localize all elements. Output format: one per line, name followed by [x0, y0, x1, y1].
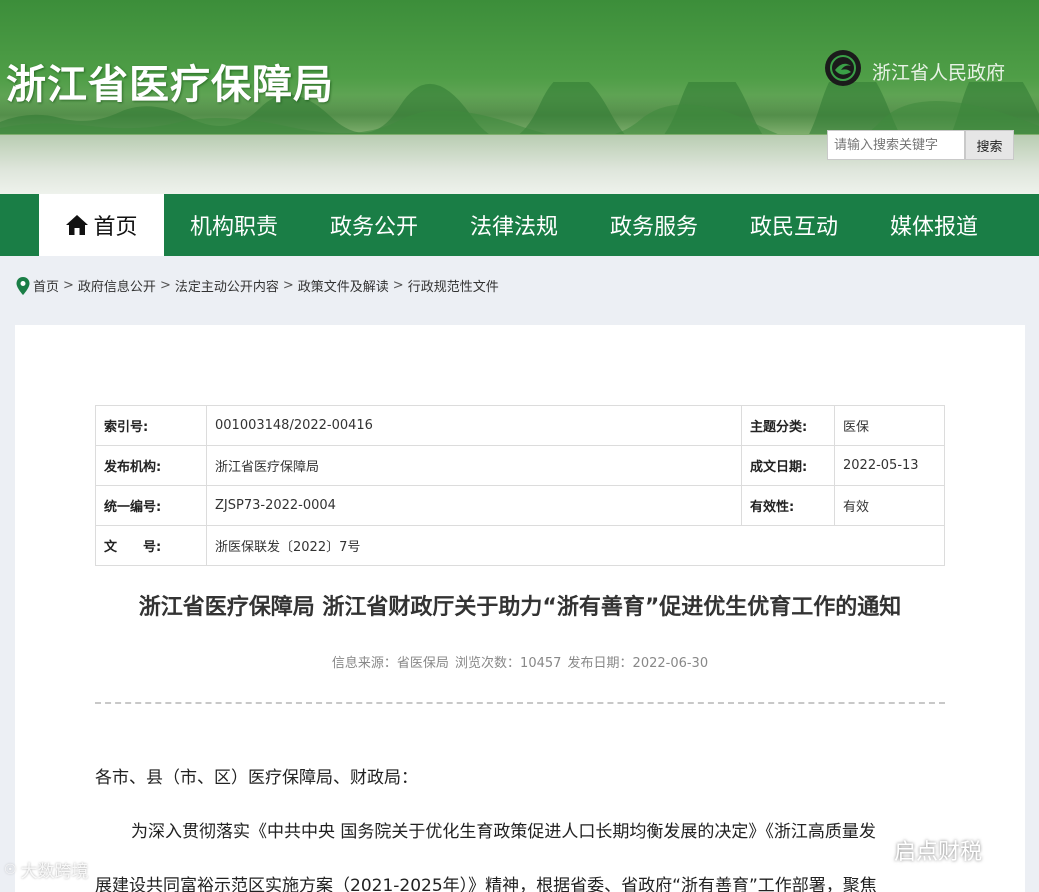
- meta-key: 发布机构:: [95, 445, 207, 486]
- watermark-right: 启点财税: [848, 834, 982, 866]
- article-paragraph: 各市、县（市、区）医疗保障局、财政局：: [95, 768, 418, 788]
- meta-key: 文 号:: [95, 525, 207, 566]
- article-title: 浙江省医疗保障局 浙江省财政厅关于助力“浙有善育”促进优生优育工作的通知: [138, 595, 902, 620]
- article-views: 浏览次数：10457: [455, 656, 562, 671]
- meta-key: 主题分类:: [741, 405, 835, 446]
- main-nav: 首页 机构职责 政务公开 法律法规 政务服务 政民互动 媒体报道: [0, 194, 1039, 256]
- document-meta-table: 索引号: 001003148/2022-00416 主题分类: 医保 发布机构:…: [95, 405, 945, 566]
- meta-value: 浙医保联发〔2022〕7号: [206, 525, 945, 566]
- table-row: 发布机构: 浙江省医疗保障局 成文日期: 2022-05-13: [95, 445, 945, 486]
- breadcrumb-gov-info[interactable]: 政府信息公开: [78, 276, 156, 295]
- article-source: 信息来源：省医保局: [331, 656, 449, 671]
- nav-item-functions[interactable]: 机构职责: [164, 194, 304, 256]
- gov-emblem-icon[interactable]: [825, 50, 861, 86]
- meta-value: 001003148/2022-00416: [206, 405, 742, 446]
- table-row: 文 号: 浙医保联发〔2022〕7号: [95, 525, 945, 566]
- meta-value: 有效: [834, 485, 945, 526]
- breadcrumb-separator: >: [282, 278, 294, 293]
- meta-key: 索引号:: [95, 405, 207, 446]
- nav-item-laws[interactable]: 法律法规: [444, 194, 584, 256]
- search-input[interactable]: [827, 130, 965, 160]
- breadcrumb: 首页 > 政府信息公开 > 法定主动公开内容 > 政策文件及解读 > 行政规范性…: [16, 276, 499, 295]
- home-icon: [66, 215, 89, 235]
- article-paragraph: 为深入贯彻落实《中共中央 国务院关于优化生育政策促进人口长期均衡发展的决定》《浙…: [131, 822, 876, 842]
- article-date: 发布日期：2022-06-30: [567, 656, 709, 671]
- nav-item-gov-affairs[interactable]: 政务公开: [304, 194, 444, 256]
- location-pin-icon: [16, 276, 30, 295]
- search-button[interactable]: 搜索: [965, 130, 1014, 160]
- breadcrumb-home[interactable]: 首页: [33, 276, 59, 295]
- watermark-right-text: 启点财税: [894, 840, 983, 865]
- breadcrumb-separator: >: [159, 278, 171, 293]
- meta-value: 2022-05-13: [834, 445, 945, 486]
- meta-value: ZJSP73-2022-0004: [206, 485, 742, 526]
- breadcrumb-policy-docs[interactable]: 政策文件及解读: [298, 276, 389, 295]
- watermark-left-text: 大数跨境: [20, 862, 89, 882]
- wechat-icon: [850, 838, 885, 862]
- nav-item-home[interactable]: 首页: [39, 194, 164, 256]
- breadcrumb-separator: >: [392, 278, 404, 293]
- table-row: 统一编号: ZJSP73-2022-0004 有效性: 有效: [95, 485, 945, 526]
- divider: [95, 702, 945, 704]
- table-row: 索引号: 001003148/2022-00416 主题分类: 医保: [95, 405, 945, 446]
- watermark-left: ☉ 大数跨境: [4, 857, 89, 883]
- gov-portal-link[interactable]: 浙江省人民政府: [872, 58, 1005, 85]
- meta-key: 有效性:: [741, 485, 835, 526]
- article-info: 信息来源：省医保局 浏览次数：10457 发布日期：2022-06-30: [95, 652, 945, 671]
- meta-key: 成文日期:: [741, 445, 835, 486]
- breadcrumb-statutory[interactable]: 法定主动公开内容: [175, 276, 279, 295]
- nav-item-services[interactable]: 政务服务: [584, 194, 724, 256]
- site-title[interactable]: 浙江省医疗保障局: [6, 52, 334, 110]
- meta-value: 浙江省医疗保障局: [206, 445, 742, 486]
- breadcrumb-normative-docs[interactable]: 行政规范性文件: [408, 276, 499, 295]
- breadcrumb-separator: >: [63, 278, 74, 293]
- nav-item-media[interactable]: 媒体报道: [864, 194, 1004, 256]
- meta-key: 统一编号:: [95, 485, 207, 526]
- nav-item-label: 首页: [93, 215, 138, 240]
- watermark-logo-icon: ☉: [4, 861, 17, 878]
- article-paragraph: 展建设共同富裕示范区实施方案（2021-2025年）》精神，根据省委、省政府“浙…: [95, 876, 877, 892]
- meta-value: 医保: [834, 405, 945, 446]
- nav-item-interaction[interactable]: 政民互动: [724, 194, 864, 256]
- header-banner: 浙江省医疗保障局 浙江省人民政府 搜索: [0, 0, 1039, 194]
